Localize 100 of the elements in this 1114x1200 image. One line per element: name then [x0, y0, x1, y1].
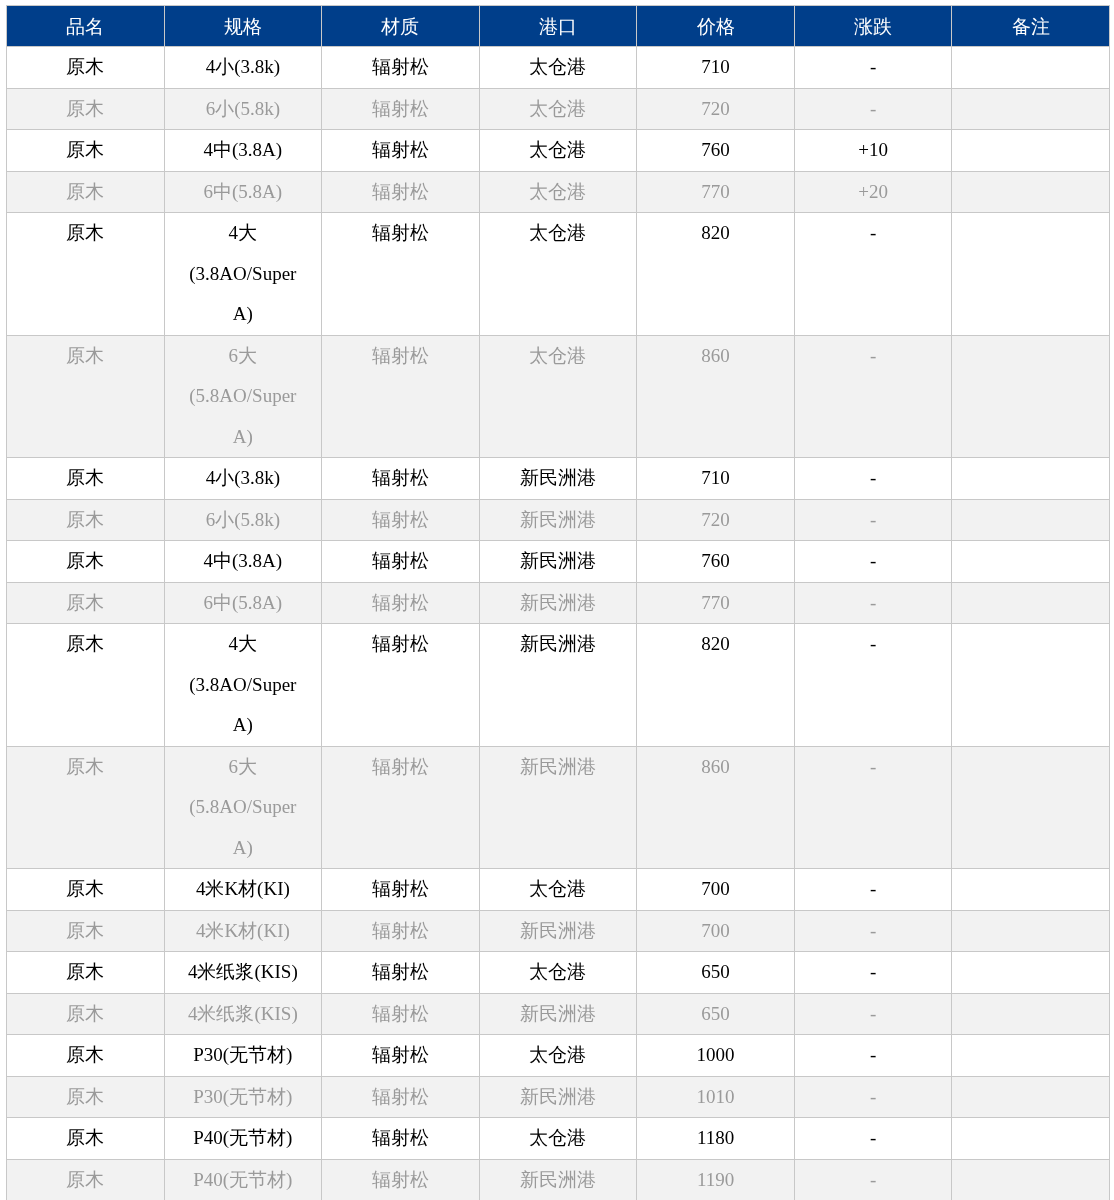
- table-cell-text: -: [869, 1168, 877, 1190]
- table-cell-text: 原木: [66, 508, 105, 530]
- table-cell-text: 辐射松: [371, 508, 429, 530]
- table-cell-text: 太仓港: [529, 56, 587, 77]
- table-cell-text: 辐射松: [371, 97, 429, 119]
- table-cell-text: 6小(5.8k): [205, 97, 281, 119]
- table-cell-text: 新民洲港: [519, 467, 596, 488]
- table-cell-text: 太仓港: [529, 878, 587, 899]
- table-cell-text: 原木: [66, 550, 105, 571]
- table-cell-text: 辐射松: [371, 344, 429, 366]
- table-cell-text: 原木: [66, 878, 105, 899]
- table-cell-text: 辐射松: [371, 467, 429, 488]
- table-cell-text: 4中(3.8A): [203, 139, 283, 160]
- table-cell-text: 710: [701, 467, 730, 488]
- table-cell-text: 原木: [66, 633, 105, 654]
- table-cell-text: 820: [701, 222, 730, 243]
- table-cell-text: 4小(3.8k): [205, 467, 281, 488]
- table-cell-text: 辐射松: [371, 1168, 429, 1190]
- table-cell-text: 原木: [66, 1002, 105, 1024]
- table-cell-text: P30(无节材): [193, 1044, 293, 1065]
- table-cell-text: +10: [858, 139, 888, 160]
- table-cell-text: P40(无节材): [193, 1168, 293, 1190]
- table-cell-text: 4米纸浆(KIS): [187, 1002, 298, 1024]
- table-cell-text: -: [869, 1002, 877, 1024]
- table-cell-text: 4中(3.8A): [203, 550, 283, 571]
- table-cell-text: 原木: [66, 961, 105, 982]
- table-cell-text: 原木: [66, 919, 105, 941]
- table-cell-text: 6中(5.8A): [203, 180, 283, 202]
- table-cell-text: -: [869, 222, 877, 243]
- table-cell-text: 720: [701, 508, 730, 530]
- table-cell-text: 原木: [66, 755, 105, 777]
- header-cell: 备注: [951, 5, 1110, 47]
- table-cell-text: 650: [701, 961, 730, 982]
- table-cell-text: 太仓港: [529, 180, 587, 202]
- table-cell-text: 辐射松: [371, 550, 429, 571]
- table-cell-text: 1180: [696, 1127, 735, 1148]
- table-cell-text: 原木: [66, 1168, 105, 1190]
- table-cell-text: 辐射松: [371, 222, 429, 243]
- table-cell-text: P30(无节材): [193, 1085, 293, 1107]
- table-cell-text: 760: [701, 139, 730, 160]
- table-cell-text: 1190: [696, 1168, 735, 1190]
- table-cell-text: 原木: [66, 344, 105, 366]
- table-cell-text: 4米K材(KI): [195, 919, 290, 941]
- table-cell-text: 辐射松: [371, 1085, 429, 1107]
- table-cell-text: 6中(5.8A): [203, 591, 283, 613]
- table-cell-text: 辐射松: [371, 919, 429, 941]
- table-cell-text: 太仓港: [529, 97, 587, 119]
- table-cell-text: 辐射松: [371, 180, 429, 202]
- header-cell: 港口: [479, 5, 637, 47]
- table-cell-text: 4米纸浆(KIS): [187, 961, 298, 982]
- table-cell-text: 太仓港: [529, 139, 587, 160]
- table-cell-text: 太仓港: [529, 1127, 587, 1148]
- table-cell-text: 太仓港: [529, 344, 587, 366]
- table-cell-text: 700: [701, 878, 730, 899]
- table-cell-text: 新民洲港: [519, 919, 596, 941]
- table-cell-text: P40(无节材): [193, 1127, 293, 1148]
- table-cell-text: 原木: [66, 180, 105, 202]
- table-cell-text: 辐射松: [371, 1044, 429, 1065]
- table-cell-text: 新民洲港: [519, 508, 596, 530]
- table-cell-text: 辐射松: [371, 591, 429, 613]
- table-cell-text: 6大(5.8AO/Super A): [189, 755, 297, 858]
- table-cell-text: 原木: [66, 97, 105, 119]
- table-cell-text: -: [869, 591, 877, 613]
- table-cell-text: -: [869, 878, 877, 899]
- table-cell-text: 新民洲港: [519, 591, 596, 613]
- table-cell-text: +20: [858, 180, 888, 202]
- table-cell-text: -: [869, 755, 877, 777]
- table-cell-text: -: [869, 508, 877, 530]
- table-cell-text: 辐射松: [371, 878, 429, 899]
- header-cell: 材质: [321, 5, 480, 47]
- table-cell-text: -: [869, 1127, 877, 1148]
- table-cell-text: -: [869, 97, 877, 119]
- table-cell-text: 6小(5.8k): [205, 508, 281, 530]
- table-cell-text: 原木: [66, 222, 105, 243]
- table-cell-text: 原木: [66, 56, 105, 77]
- table-cell-text: 4小(3.8k): [205, 56, 281, 77]
- table-cell-text: 原木: [66, 591, 105, 613]
- table-cell-text: 新民洲港: [519, 1002, 596, 1024]
- table-cell-text: 原木: [66, 1127, 105, 1148]
- table-cell-text: 720: [701, 97, 730, 119]
- header-cell: 品名: [6, 5, 165, 47]
- table-cell-text: 1000: [696, 1044, 735, 1065]
- table-cell-text: 新民洲港: [519, 550, 596, 571]
- table-cell-text: -: [869, 56, 877, 77]
- table-cell-text: 辐射松: [371, 56, 429, 77]
- table-cell-text: 760: [701, 550, 730, 571]
- table-cell-text: 6大(5.8AO/Super A): [189, 344, 297, 447]
- table-cell-text: 新民洲港: [519, 1168, 596, 1190]
- table-cell-text: 辐射松: [371, 1127, 429, 1148]
- table-cell-text: 770: [701, 591, 730, 613]
- table-cell-text: 辐射松: [371, 139, 429, 160]
- table-cell-text: -: [869, 1044, 877, 1065]
- table-cell-text: 新民洲港: [519, 633, 596, 654]
- table-cell-text: 860: [701, 755, 730, 777]
- table-cell-text: 4大(3.8AO/Super A): [189, 222, 297, 324]
- table-cell-text: 太仓港: [529, 1044, 587, 1065]
- table-cell-text: -: [869, 961, 877, 982]
- table-cell-text: 原木: [66, 467, 105, 488]
- table-cell-text: -: [869, 467, 877, 488]
- table-cell-text: -: [869, 1085, 877, 1107]
